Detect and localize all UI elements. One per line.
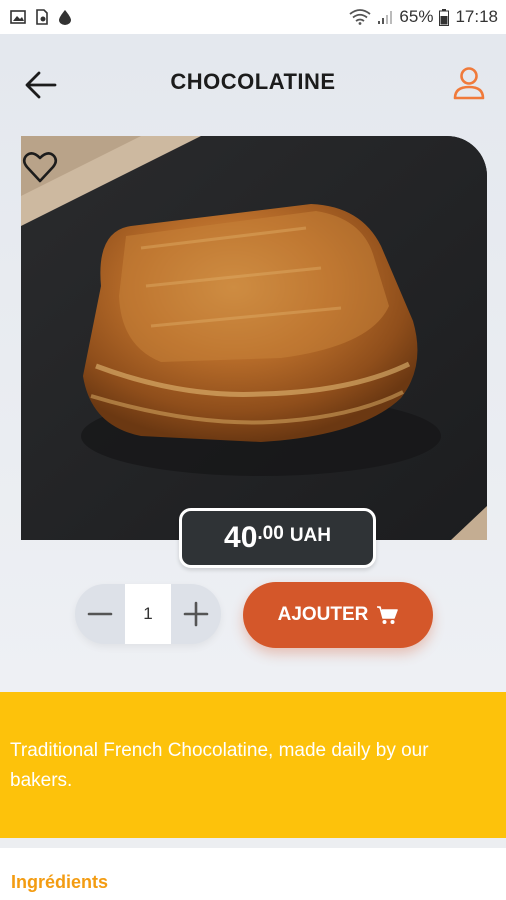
price-decimal: .00: [257, 523, 284, 544]
signal-icon: [378, 11, 393, 24]
add-to-cart-button[interactable]: AJOUTER: [243, 582, 433, 648]
price-integer: 40: [224, 521, 258, 554]
back-button[interactable]: [24, 68, 58, 102]
app-header: CHOCOLATINE: [0, 34, 506, 134]
battery-percent: 65%: [399, 7, 434, 26]
wifi-icon: [349, 9, 371, 25]
cart-icon: [377, 606, 399, 624]
profile-button[interactable]: [452, 66, 486, 102]
section-divider: [0, 838, 506, 848]
status-system: 65% 17:18: [349, 7, 498, 27]
drop-icon: [59, 10, 71, 25]
price-tag: 40 .00 UAH: [179, 508, 376, 568]
favorite-button[interactable]: [22, 150, 58, 184]
page-title: CHOCOLATINE: [170, 69, 336, 94]
plus-icon: [183, 601, 209, 627]
quantity-value[interactable]: 1: [125, 584, 171, 644]
product-description: Traditional French Chocolatine, made dai…: [0, 692, 506, 838]
add-to-cart-label: AJOUTER: [277, 604, 369, 625]
price-currency: UAH: [289, 525, 331, 546]
ingredients-section: Ingrédients: [0, 848, 506, 900]
minus-icon: [87, 612, 113, 616]
quantity-stepper: 1: [75, 584, 221, 644]
increase-quantity-button[interactable]: [171, 584, 221, 644]
product-image: [21, 136, 487, 540]
description-text: Traditional French Chocolatine, made dai…: [10, 740, 429, 791]
ingredients-title[interactable]: Ingrédients: [11, 872, 495, 893]
user-icon: [453, 67, 485, 100]
arrow-left-icon: [25, 71, 57, 99]
status-notifications: [10, 9, 72, 25]
battery-icon: [439, 8, 450, 26]
clock: 17:18: [455, 7, 498, 26]
status-bar: 65% 17:18: [0, 0, 506, 34]
decrease-quantity-button[interactable]: [75, 584, 125, 644]
gallery-icon: [10, 10, 26, 24]
chocolatine-photo: [21, 136, 487, 540]
file-icon: [36, 9, 48, 25]
heart-outline-icon: [22, 152, 58, 183]
